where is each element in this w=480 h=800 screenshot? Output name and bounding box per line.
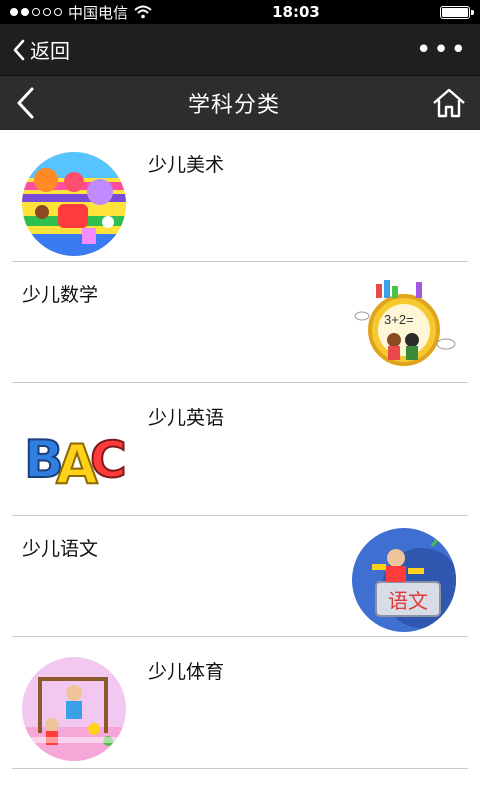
svg-text:C: C xyxy=(90,431,126,489)
carrier-name: 中国电信 xyxy=(68,3,129,22)
signal-strength-icon xyxy=(10,8,62,16)
more-options-icon[interactable]: ••• xyxy=(416,37,468,63)
page-title: 学科分类 xyxy=(187,93,280,118)
clock: 18:03 xyxy=(272,3,320,21)
category-label: 少儿美术 xyxy=(148,154,225,176)
back-button[interactable]: 返回 xyxy=(12,35,70,64)
status-left: 中国电信 xyxy=(10,2,152,23)
category-label: 少儿语文 xyxy=(22,538,99,560)
pe-class-thumbnail xyxy=(22,657,126,761)
category-item-math[interactable]: 少儿数学 3+2= xyxy=(12,262,468,383)
category-item-pe[interactable]: 少儿体育 xyxy=(12,637,468,769)
category-item-chinese[interactable]: 少儿语文 语文 xyxy=(12,516,468,637)
back-arrow-icon[interactable] xyxy=(14,86,36,120)
chinese-class-thumbnail: 语文 xyxy=(352,528,456,632)
english-class-thumbnail: B A C xyxy=(22,399,126,503)
math-class-thumbnail: 3+2= xyxy=(354,274,458,378)
category-list: 少儿美术 少儿数学 3+2= B A C 少儿英语 少儿语文 语文 少儿体育 xyxy=(0,130,480,769)
svg-text:3+2=: 3+2= xyxy=(384,312,414,327)
category-item-english[interactable]: B A C 少儿英语 xyxy=(12,383,468,516)
battery-icon xyxy=(439,5,474,19)
art-class-thumbnail xyxy=(22,152,126,256)
category-label: 少儿数学 xyxy=(22,284,99,306)
browser-nav-bar: 返回 ••• xyxy=(0,24,480,76)
svg-text:语文: 语文 xyxy=(388,589,428,613)
category-item-art[interactable]: 少儿美术 xyxy=(12,130,468,262)
home-icon[interactable] xyxy=(432,88,466,118)
chevron-left-icon xyxy=(13,39,25,60)
page-header: 学科分类 xyxy=(0,76,480,130)
category-label: 少儿体育 xyxy=(148,661,225,683)
back-label: 返回 xyxy=(30,39,70,63)
wifi-icon xyxy=(134,5,152,19)
status-bar: 中国电信 18:03 xyxy=(0,0,480,24)
category-label: 少儿英语 xyxy=(148,407,225,429)
